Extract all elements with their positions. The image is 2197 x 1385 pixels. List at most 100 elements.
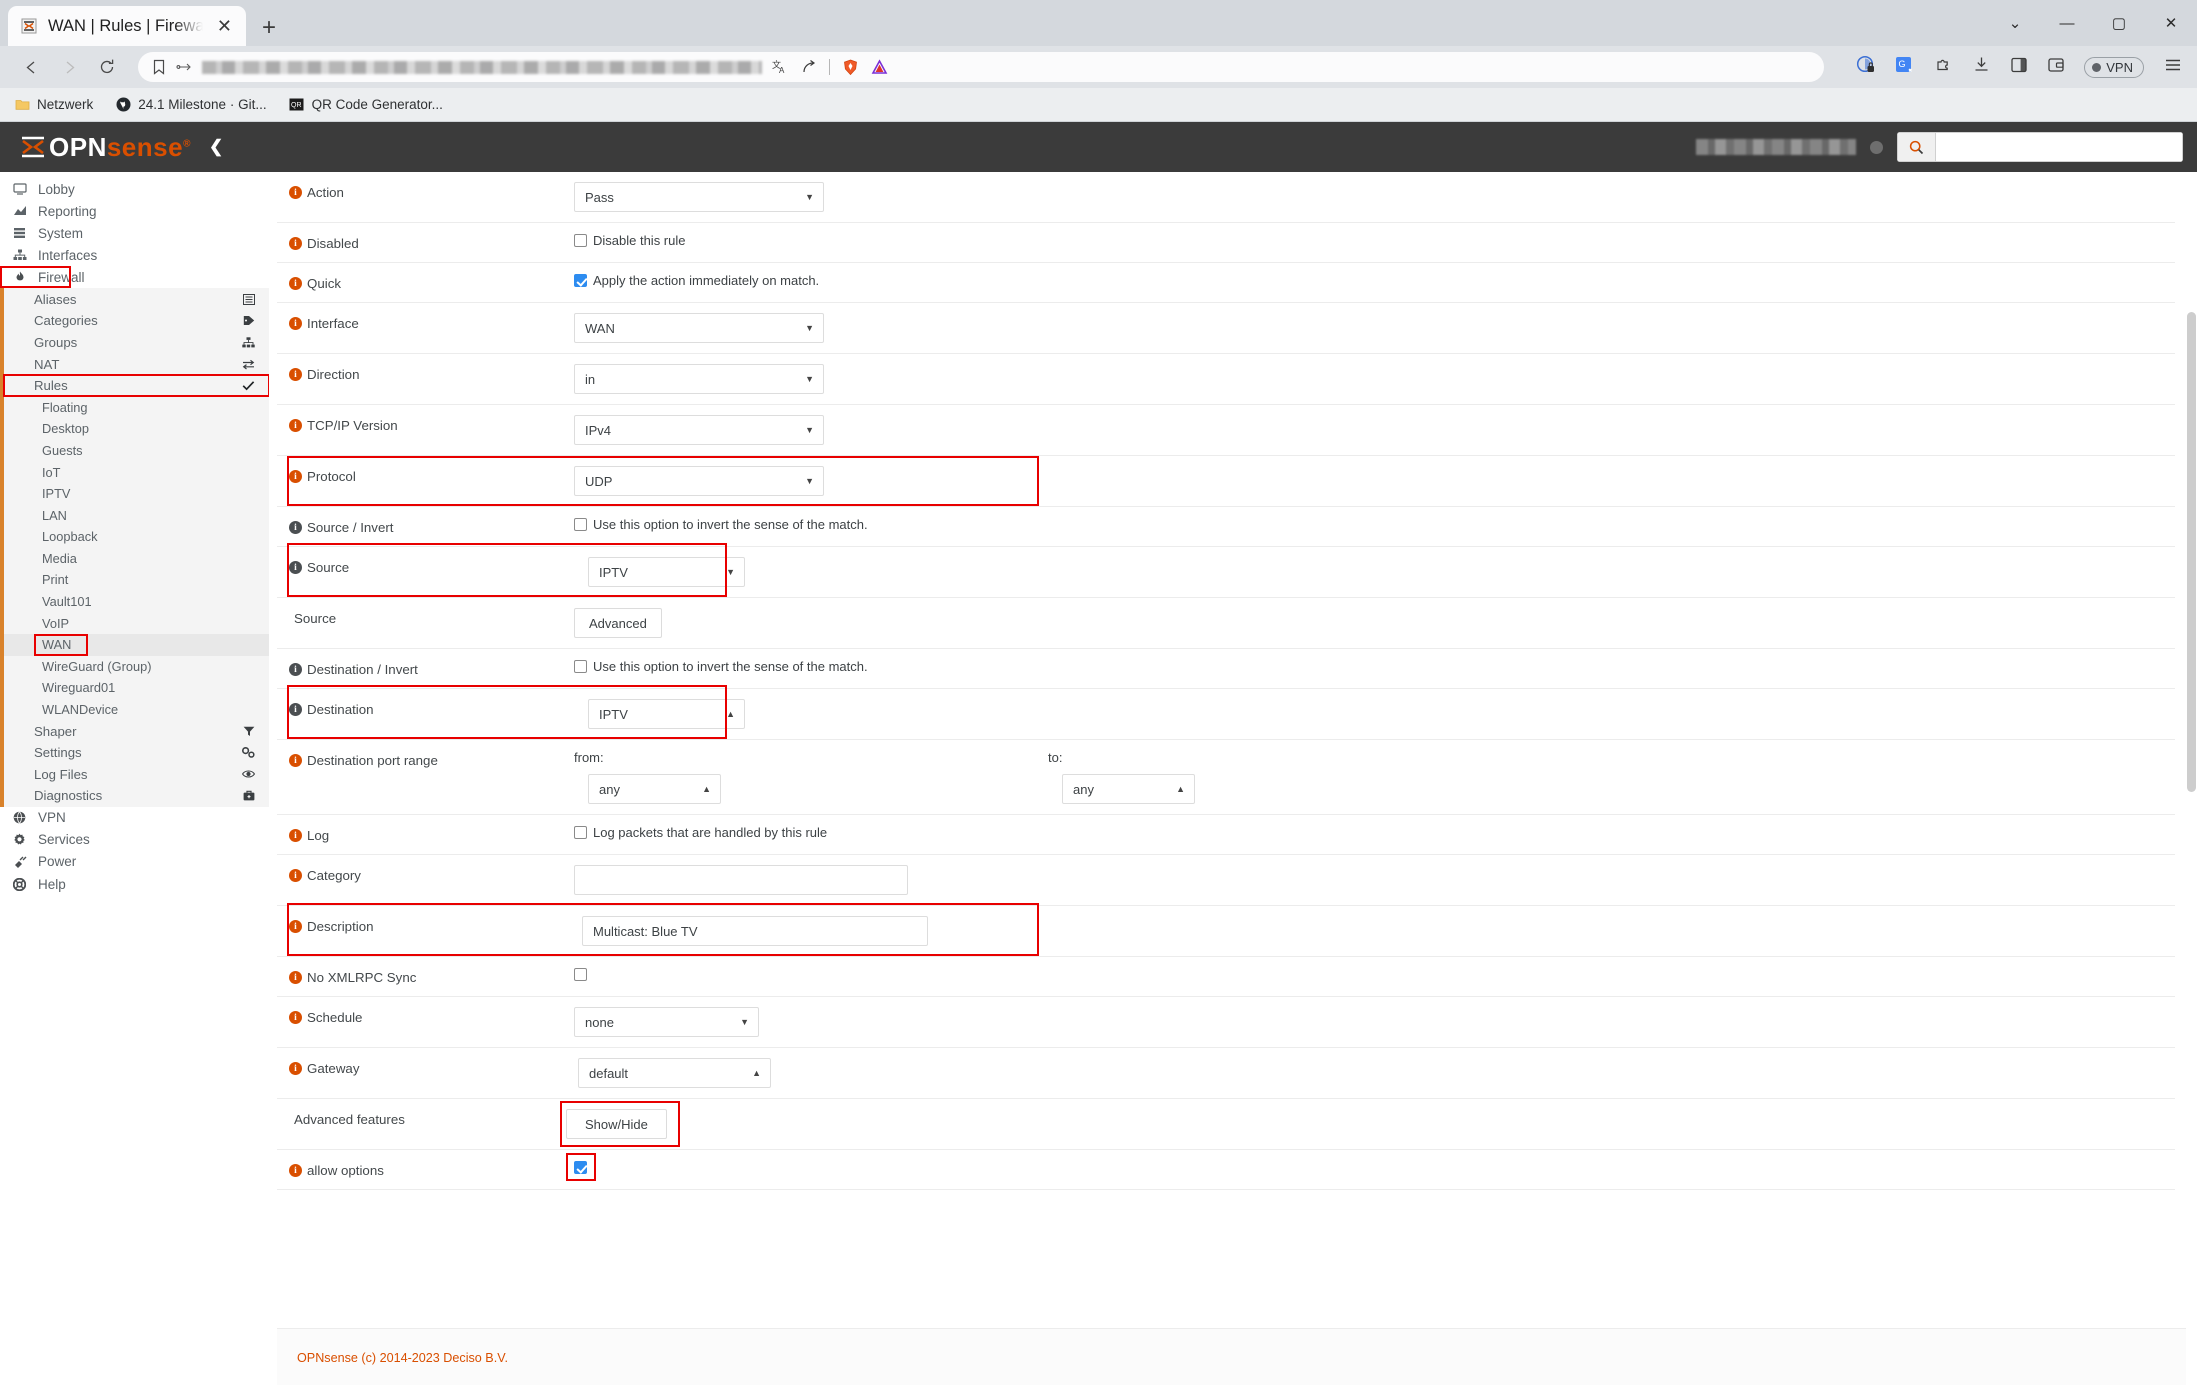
info-icon[interactable]: i: [289, 920, 302, 933]
sidebar-item-print[interactable]: Print: [4, 569, 269, 591]
quick-checkbox[interactable]: [574, 274, 587, 287]
new-tab-button[interactable]: +: [262, 16, 276, 40]
vpn-button[interactable]: VPN: [2084, 56, 2144, 78]
sidebar-item-floating[interactable]: Floating: [4, 396, 269, 418]
info-icon[interactable]: i: [289, 470, 302, 483]
brave-triangle-icon[interactable]: [871, 58, 888, 76]
tab-close-icon[interactable]: ✕: [213, 15, 236, 37]
sidebar-item-vpn[interactable]: VPN: [0, 807, 269, 829]
sidebar-item-vault101[interactable]: Vault101: [4, 591, 269, 613]
log-checkbox-row[interactable]: Log packets that are handled by this rul…: [574, 825, 827, 840]
source-invert-checkbox-row[interactable]: Use this option to invert the sense of t…: [574, 517, 868, 532]
destination-invert-checkbox-row[interactable]: Use this option to invert the sense of t…: [574, 659, 868, 674]
sidebar-item-system[interactable]: System: [0, 222, 269, 244]
advanced-features-show-hide-button[interactable]: Show/Hide: [566, 1109, 667, 1139]
sidebar-item-wan[interactable]: WAN: [4, 633, 269, 656]
sidebar-item-help[interactable]: Help: [0, 873, 269, 895]
description-input[interactable]: [582, 916, 928, 946]
sidebar-item-voip[interactable]: VoIP: [4, 612, 269, 634]
info-icon[interactable]: i: [289, 1011, 302, 1024]
scrollbar-thumb[interactable]: [2187, 312, 2196, 792]
info-icon[interactable]: i: [289, 663, 302, 676]
allow-options-checkbox[interactable]: [574, 1161, 587, 1174]
info-icon[interactable]: i: [289, 277, 302, 290]
bookmark-item-milestone[interactable]: 24.1 Milestone · Git...: [115, 97, 267, 113]
info-icon[interactable]: i: [289, 368, 302, 381]
sidebar-item-interfaces[interactable]: Interfaces: [0, 244, 269, 266]
schedule-select[interactable]: none ▼: [574, 1007, 759, 1037]
browser-menu-icon[interactable]: [2163, 56, 2183, 79]
disabled-checkbox[interactable]: [574, 234, 587, 247]
sidebar-item-wireguard01[interactable]: Wireguard01: [4, 677, 269, 699]
destination-select[interactable]: IPTV ▲: [588, 699, 745, 729]
app-search[interactable]: [1897, 132, 2183, 162]
tcpip-version-select[interactable]: IPv4 ▼: [574, 415, 824, 445]
sidebar-item-groups[interactable]: Groups: [4, 332, 269, 354]
info-icon[interactable]: i: [289, 754, 302, 767]
sidebar-item-categories[interactable]: Categories: [4, 310, 269, 332]
browser-tab[interactable]: WAN | Rules | Firewall | OPNsens ✕: [8, 6, 246, 46]
source-advanced-button[interactable]: Advanced: [574, 608, 662, 638]
info-icon[interactable]: i: [289, 971, 302, 984]
sidebar-item-lobby[interactable]: Lobby: [0, 178, 269, 200]
downloads-icon[interactable]: [1972, 55, 1991, 79]
info-icon[interactable]: i: [289, 829, 302, 842]
footer-copyright[interactable]: OPNsense (c) 2014-2023 Deciso B.V.: [297, 1351, 508, 1365]
sidebar-item-loopback[interactable]: Loopback: [4, 526, 269, 548]
sidebar-item-guests[interactable]: Guests: [4, 440, 269, 462]
source-select[interactable]: IPTV ▼: [588, 557, 745, 587]
log-checkbox[interactable]: [574, 826, 587, 839]
maximize-button[interactable]: ▢: [2093, 14, 2145, 32]
opnsense-logo[interactable]: OPNsense®: [20, 132, 191, 163]
extensions-icon[interactable]: [1934, 55, 1953, 79]
info-icon[interactable]: i: [289, 317, 302, 330]
sidebar-item-media[interactable]: Media: [4, 548, 269, 570]
quick-checkbox-row[interactable]: Apply the action immediately on match.: [574, 273, 819, 288]
info-icon[interactable]: i: [289, 561, 302, 574]
info-icon[interactable]: i: [289, 869, 302, 882]
destination-invert-checkbox[interactable]: [574, 660, 587, 673]
category-input[interactable]: [574, 865, 908, 895]
direction-select[interactable]: in ▼: [574, 364, 824, 394]
privacy-icon[interactable]: [1856, 55, 1876, 80]
sidebar-item-iot[interactable]: IoT: [4, 461, 269, 483]
info-icon[interactable]: i: [289, 237, 302, 250]
info-icon[interactable]: i: [289, 419, 302, 432]
sidebar-item-nat[interactable]: NAT: [4, 353, 269, 375]
scrollbar-track[interactable]: [2186, 172, 2197, 1385]
info-icon[interactable]: i: [289, 521, 302, 534]
search-input[interactable]: [1935, 132, 2183, 162]
address-bar[interactable]: 文A: [138, 52, 1825, 82]
gateway-select[interactable]: default ▲: [578, 1058, 771, 1088]
action-select[interactable]: Pass ▼: [574, 182, 824, 212]
share-icon[interactable]: [801, 59, 817, 75]
brave-shield-icon[interactable]: [842, 59, 859, 76]
sidebar-icon[interactable]: [2010, 56, 2028, 79]
sidebar-item-diagnostics[interactable]: Diagnostics: [4, 785, 269, 807]
forward-button[interactable]: [52, 52, 86, 82]
info-icon[interactable]: i: [289, 186, 302, 199]
close-window-button[interactable]: ✕: [2145, 14, 2197, 32]
port-to-select[interactable]: any ▲: [1062, 774, 1195, 804]
sidebar-item-wlandevice[interactable]: WLANDevice: [4, 699, 269, 721]
sidebar-item-firewall[interactable]: Firewall: [0, 266, 269, 289]
sidebar-item-settings[interactable]: Settings: [4, 742, 269, 764]
sidebar-item-iptv[interactable]: IPTV: [4, 483, 269, 505]
bookmark-item-qr[interactable]: QR QR Code Generator...: [289, 97, 443, 113]
sidebar-item-power[interactable]: Power: [0, 851, 269, 873]
tab-list-chevron-icon[interactable]: ⌄: [1989, 14, 2041, 32]
sidebar-item-wireguard-group[interactable]: WireGuard (Group): [4, 656, 269, 678]
bookmark-icon[interactable]: [152, 59, 166, 75]
port-from-select[interactable]: any ▲: [588, 774, 721, 804]
disabled-checkbox-row[interactable]: Disable this rule: [574, 233, 686, 248]
search-icon[interactable]: [1897, 132, 1935, 162]
site-info-icon[interactable]: [176, 60, 192, 74]
bookmark-item-netzwerk[interactable]: Netzwerk: [14, 97, 93, 113]
info-icon[interactable]: i: [289, 703, 302, 716]
sidebar-item-shaper[interactable]: Shaper: [4, 720, 269, 742]
no-xmlrpc-sync-checkbox[interactable]: [574, 968, 587, 981]
info-icon[interactable]: i: [289, 1062, 302, 1075]
sidebar-item-desktop[interactable]: Desktop: [4, 418, 269, 440]
chevron-left-icon[interactable]: ❮: [209, 137, 223, 157]
reload-button[interactable]: [90, 52, 124, 82]
